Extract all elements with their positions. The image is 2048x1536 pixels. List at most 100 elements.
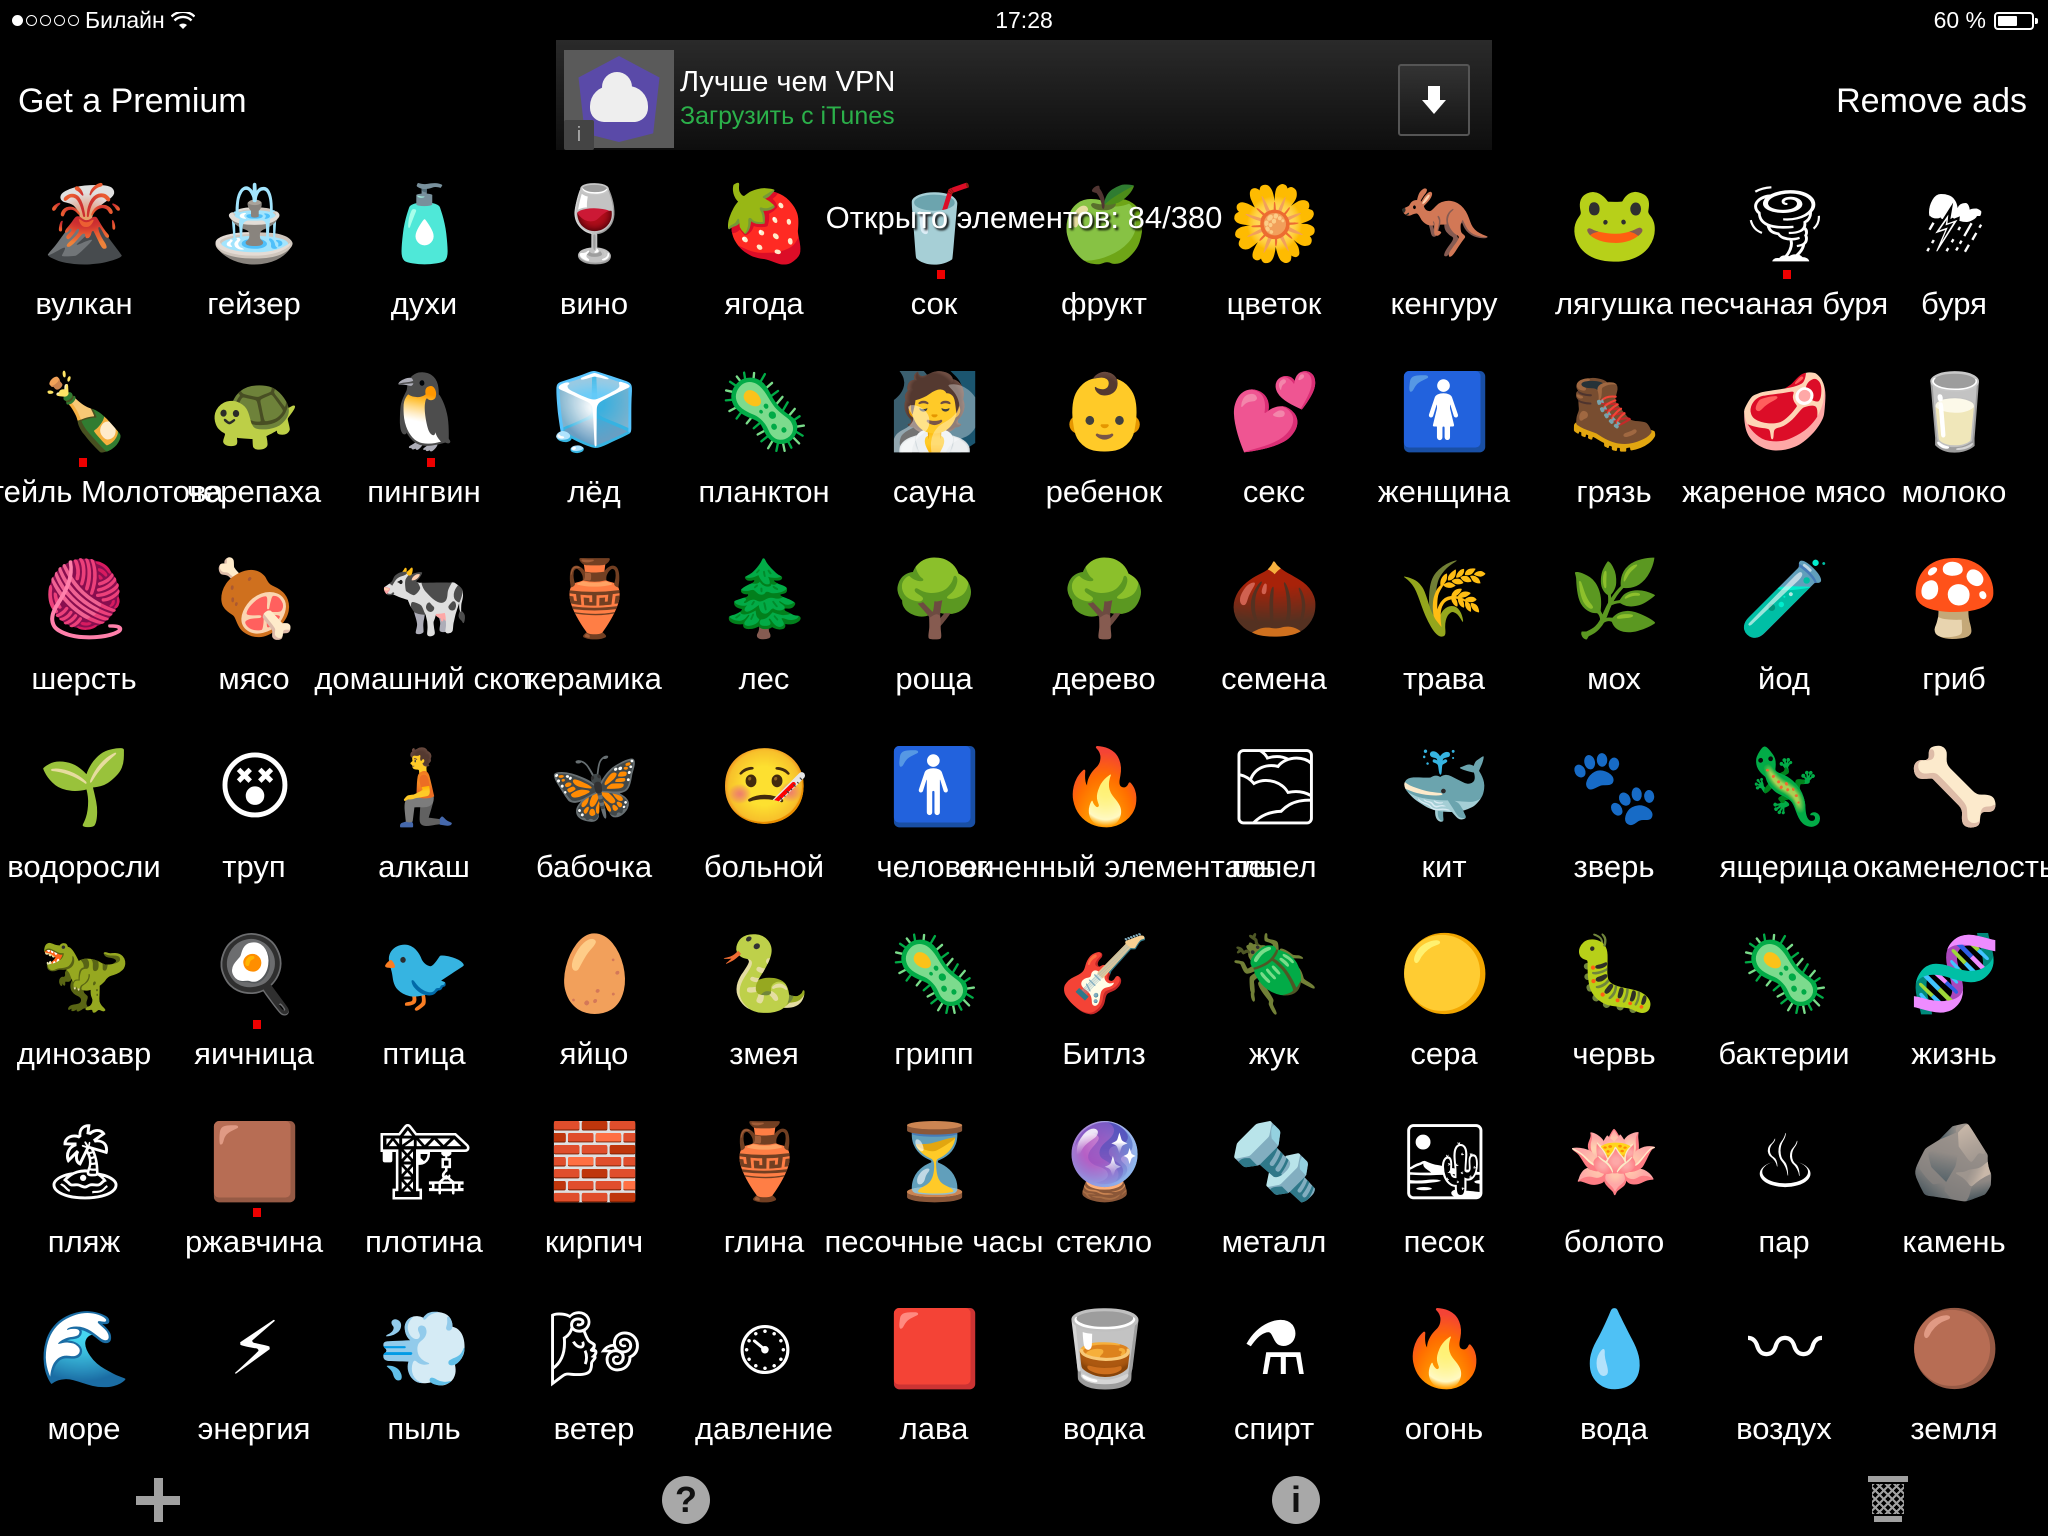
- element-tile[interactable]: 🧪 йод: [1699, 551, 1869, 739]
- element-tile[interactable]: 🍖 мясо: [169, 551, 339, 739]
- element-tile[interactable]: 👶 ребенок: [1019, 364, 1189, 552]
- element-tile[interactable]: 🌳 роща: [849, 551, 1019, 739]
- remove-ads-button[interactable]: Remove ads: [1836, 82, 2027, 121]
- element-tile[interactable]: 🥤 сок: [849, 176, 1019, 364]
- element-tile[interactable]: 🥃 водка: [1019, 1301, 1189, 1489]
- element-tile[interactable]: 🟥 лава: [849, 1301, 1019, 1489]
- element-tile[interactable]: 🏗 плотина: [339, 1114, 509, 1302]
- element-tile[interactable]: 🪷 болото: [1529, 1114, 1699, 1302]
- element-icon: 💧: [1568, 1307, 1662, 1390]
- element-tile[interactable]: 😵 труп: [169, 739, 339, 927]
- element-tile[interactable]: 🦠 бактерии: [1699, 926, 1869, 1114]
- element-tile[interactable]: 🐢 черепаха: [169, 364, 339, 552]
- element-tile[interactable]: 🧊 лёд: [509, 364, 679, 552]
- element-tile[interactable]: 🌿 мох: [1529, 551, 1699, 739]
- element-tile[interactable]: 🚺 женщина: [1359, 364, 1529, 552]
- element-tile[interactable]: 🏜 песок: [1359, 1114, 1529, 1302]
- element-tile[interactable]: 🎸 Битлз: [1019, 926, 1189, 1114]
- element-tile[interactable]: 🥛 молоко: [1869, 364, 2039, 552]
- element-tile[interactable]: 🐛 червь: [1529, 926, 1699, 1114]
- element-tile[interactable]: 🌲 лес: [679, 551, 849, 739]
- element-tile[interactable]: 🪨 камень: [1869, 1114, 2039, 1302]
- element-tile[interactable]: 🌼 цветок: [1189, 176, 1359, 364]
- trash-icon[interactable]: [1868, 1476, 1908, 1524]
- element-tile[interactable]: 🍄 гриб: [1869, 551, 2039, 739]
- info-button-icon[interactable]: i: [1272, 1476, 1320, 1524]
- element-tile[interactable]: 🌫 пепел: [1189, 739, 1359, 927]
- ad-subtitle[interactable]: Загрузить с iTunes: [680, 102, 895, 131]
- element-tile[interactable]: 🐳 кит: [1359, 739, 1529, 927]
- element-tile[interactable]: 🦠 планктон: [679, 364, 849, 552]
- get-premium-button[interactable]: Get a Premium: [18, 82, 247, 121]
- element-tile[interactable]: 🔥 огонь: [1359, 1301, 1529, 1489]
- element-icon: 🐳: [1398, 744, 1492, 828]
- element-tile[interactable]: 🌳 дерево: [1019, 551, 1189, 739]
- element-tile[interactable]: 🔥 огненный элементаль: [959, 739, 1276, 927]
- element-tile[interactable]: ⏳ песочные часы: [824, 1114, 1043, 1302]
- element-tile[interactable]: 🌬 ветер: [509, 1301, 679, 1489]
- element-tile[interactable]: 🦘 кенгуру: [1359, 176, 1529, 364]
- element-tile[interactable]: 🔩 металл: [1189, 1114, 1359, 1302]
- element-tile[interactable]: 🦴 окаменелость: [1853, 739, 2048, 927]
- help-icon[interactable]: ?: [662, 1476, 710, 1524]
- element-tile[interactable]: 🐸 лягушка: [1529, 176, 1699, 364]
- element-tile[interactable]: 🐾 зверь: [1529, 739, 1699, 927]
- ad-banner[interactable]: i Лучше чем VPN Загрузить с iTunes: [556, 40, 1492, 150]
- element-tile[interactable]: 🥾 грязь: [1529, 364, 1699, 552]
- ad-app-icon[interactable]: i: [564, 50, 674, 150]
- element-tile[interactable]: 🐄 домашний скот: [314, 551, 533, 739]
- element-tile[interactable]: 🦋 бабочка: [509, 739, 679, 927]
- element-tile[interactable]: 🏺 керамика: [509, 551, 679, 739]
- element-tile[interactable]: 🧱 кирпич: [509, 1114, 679, 1302]
- element-tile[interactable]: 🦠 грипп: [849, 926, 1019, 1114]
- element-tile[interactable]: 🧎 алкаш: [339, 739, 509, 927]
- element-icon: 🧪: [1738, 557, 1832, 640]
- element-tile[interactable]: 🐦 птица: [339, 926, 509, 1114]
- element-tile[interactable]: 🟫 ржавчина: [169, 1114, 339, 1302]
- element-tile[interactable]: 〰 воздух: [1699, 1301, 1869, 1489]
- element-tile[interactable]: 🌰 семена: [1189, 551, 1359, 739]
- element-tile[interactable]: 🧖 сауна: [849, 364, 1019, 552]
- element-tile[interactable]: 🍾коктейль Молотова: [0, 364, 223, 552]
- element-tile[interactable]: 🌊 море: [0, 1301, 169, 1489]
- bottom-toolbar: ? i: [0, 1465, 2048, 1536]
- element-tile[interactable]: 🍏 фрукт: [1019, 176, 1189, 364]
- element-label: земля: [1910, 1411, 1998, 1446]
- element-tile[interactable]: ⚗ спирт: [1189, 1301, 1359, 1489]
- element-tile[interactable]: 🏝 пляж: [0, 1114, 169, 1302]
- element-tile[interactable]: ⛲ гейзер: [169, 176, 339, 364]
- element-tile[interactable]: 🟤 земля: [1869, 1301, 2039, 1489]
- element-tile[interactable]: 🟡 сера: [1359, 926, 1529, 1114]
- element-tile[interactable]: 💕 секс: [1189, 364, 1359, 552]
- info-icon[interactable]: i: [564, 120, 594, 150]
- element-tile[interactable]: 🌾 трава: [1359, 551, 1529, 739]
- element-tile[interactable]: ⚡ энергия: [169, 1301, 339, 1489]
- element-tile[interactable]: 🍓 ягода: [679, 176, 849, 364]
- element-tile[interactable]: 🔮 стекло: [1019, 1114, 1189, 1302]
- element-tile[interactable]: 🥩 жареное мясо: [1682, 364, 1886, 552]
- plus-icon[interactable]: [134, 1476, 182, 1524]
- element-tile[interactable]: 🍷 вино: [509, 176, 679, 364]
- element-tile[interactable]: 🏺 глина: [679, 1114, 849, 1302]
- element-tile[interactable]: 🥚 яйцо: [509, 926, 679, 1114]
- element-tile[interactable]: 🧬 жизнь: [1869, 926, 2039, 1114]
- element-tile[interactable]: ⏲ давление: [679, 1301, 849, 1489]
- element-tile[interactable]: 🌪 песчаная буря: [1680, 176, 1888, 364]
- element-tile[interactable]: 🍳 яичница: [169, 926, 339, 1114]
- element-tile[interactable]: 🧶 шерсть: [0, 551, 169, 739]
- element-tile[interactable]: 🪲 жук: [1189, 926, 1359, 1114]
- element-tile[interactable]: ♨ пар: [1699, 1114, 1869, 1302]
- element-tile[interactable]: 🦖 динозавр: [0, 926, 169, 1114]
- element-tile[interactable]: 💧 вода: [1529, 1301, 1699, 1489]
- element-tile[interactable]: 🦎 ящерица: [1699, 739, 1869, 927]
- element-tile[interactable]: ⛈ буря: [1869, 176, 2039, 364]
- element-tile[interactable]: 🌋 вулкан: [0, 176, 169, 364]
- element-tile[interactable]: 🌱 водоросли: [0, 739, 169, 927]
- element-tile[interactable]: 🚹 человек: [849, 739, 1019, 927]
- element-tile[interactable]: 🐧 пингвин: [339, 364, 509, 552]
- element-tile[interactable]: 🧴 духи: [339, 176, 509, 364]
- element-tile[interactable]: 💨 пыль: [339, 1301, 509, 1489]
- element-tile[interactable]: 🐍 змея: [679, 926, 849, 1114]
- download-button[interactable]: [1398, 64, 1470, 136]
- element-tile[interactable]: 🤒 больной: [679, 739, 849, 927]
